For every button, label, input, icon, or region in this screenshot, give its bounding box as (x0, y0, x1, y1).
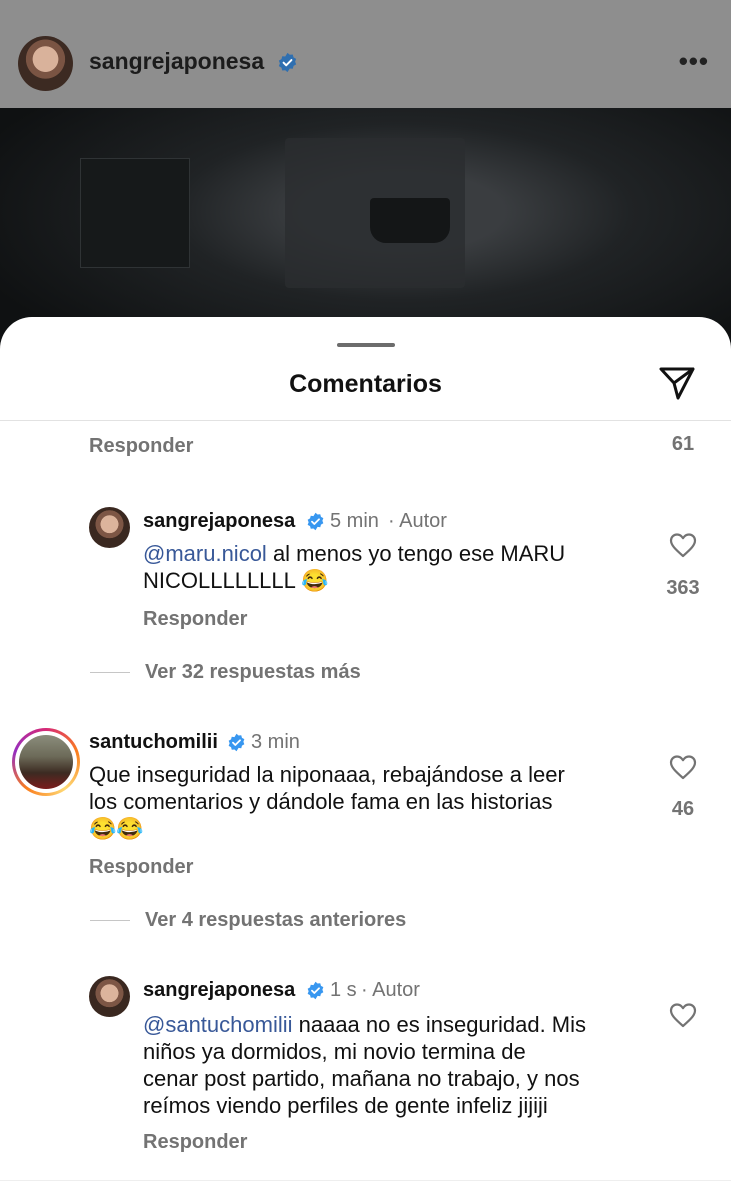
thread-line (90, 920, 130, 921)
reply-button[interactable]: Responder (89, 435, 193, 458)
verified-badge-icon (307, 512, 324, 531)
more-options-icon[interactable]: ••• (679, 46, 709, 77)
comment-text-line: naaaa no es inseguridad. Mis (292, 1012, 587, 1037)
view-more-replies[interactable]: Ver 32 respuestas más (145, 661, 361, 684)
like-count: 363 (666, 577, 700, 599)
view-previous-replies[interactable]: Ver 4 respuestas anteriores (145, 909, 406, 932)
paper-plane-icon[interactable] (657, 363, 697, 403)
avatar (19, 735, 73, 789)
comment-text-line: Que inseguridad la niponaaa, rebajándose… (89, 762, 565, 787)
verified-badge-icon (307, 981, 324, 1000)
comment-text-line: cenar post partido, mañana no trabajo, y… (143, 1066, 580, 1091)
avatar[interactable] (89, 976, 130, 1017)
thread-line (90, 672, 130, 673)
comment-username[interactable]: sangrejaponesa (143, 979, 295, 1002)
verified-badge-icon (278, 52, 297, 73)
comment-time: 3 min (251, 731, 300, 753)
reply-button[interactable]: Responder (143, 608, 247, 631)
heart-icon[interactable] (669, 532, 697, 558)
comment-text-line: los comentarios y dándole fama en las hi… (89, 789, 553, 814)
post-avatar[interactable] (18, 36, 73, 91)
comment-time: 5 min (330, 510, 379, 532)
reply-button[interactable]: Responder (89, 856, 193, 879)
verified-badge-icon (228, 733, 245, 752)
comment-text-line: al menos yo tengo ese MARU (266, 541, 566, 566)
header-divider (0, 420, 731, 421)
comment-username[interactable]: sangrejaponesa (143, 510, 295, 533)
drag-handle[interactable] (337, 343, 395, 347)
reply-button[interactable]: Responder (143, 1131, 247, 1154)
comment-text: @santuchomilii naaaa no es inseguridad. … (143, 1011, 643, 1119)
mention-link[interactable]: @maru.nicol (143, 541, 267, 566)
comment-text-line: reímos viendo perfiles de gente infeliz … (143, 1093, 548, 1118)
bottom-bar (0, 1180, 731, 1200)
post-header: sangrejaponesa ••• (0, 0, 731, 108)
avatar[interactable] (89, 507, 130, 548)
post-username[interactable]: sangrejaponesa (89, 48, 264, 75)
comment-text: @maru.nicol al menos yo tengo ese MARU N… (143, 540, 633, 594)
comment-text: Que inseguridad la niponaaa, rebajándose… (89, 761, 649, 842)
like-count: 46 (671, 798, 695, 820)
sheet-title: Comentarios (289, 370, 442, 398)
comment-text-line: NICOLLLLLLLL 😂 (143, 568, 329, 593)
comments-sheet: Comentarios Responder 61 sangrejaponesa … (0, 317, 731, 1200)
author-tag: · Autor (388, 510, 447, 532)
story-avatar[interactable] (12, 728, 80, 796)
author-tag: · Autor (361, 979, 420, 1001)
heart-icon[interactable] (669, 1002, 697, 1028)
comment-username[interactable]: santuchomilii (89, 731, 218, 754)
heart-icon[interactable] (669, 754, 697, 780)
comment-text-line: 😂😂 (89, 816, 144, 841)
comment-time: 1 s (330, 979, 357, 1001)
comment-text-line: niños ya dormidos, mi novio termina de (143, 1039, 526, 1064)
image-cup (370, 198, 450, 243)
image-panel (80, 158, 190, 268)
mention-link[interactable]: @santuchomilii (143, 1012, 293, 1037)
like-count: 61 (671, 433, 695, 455)
